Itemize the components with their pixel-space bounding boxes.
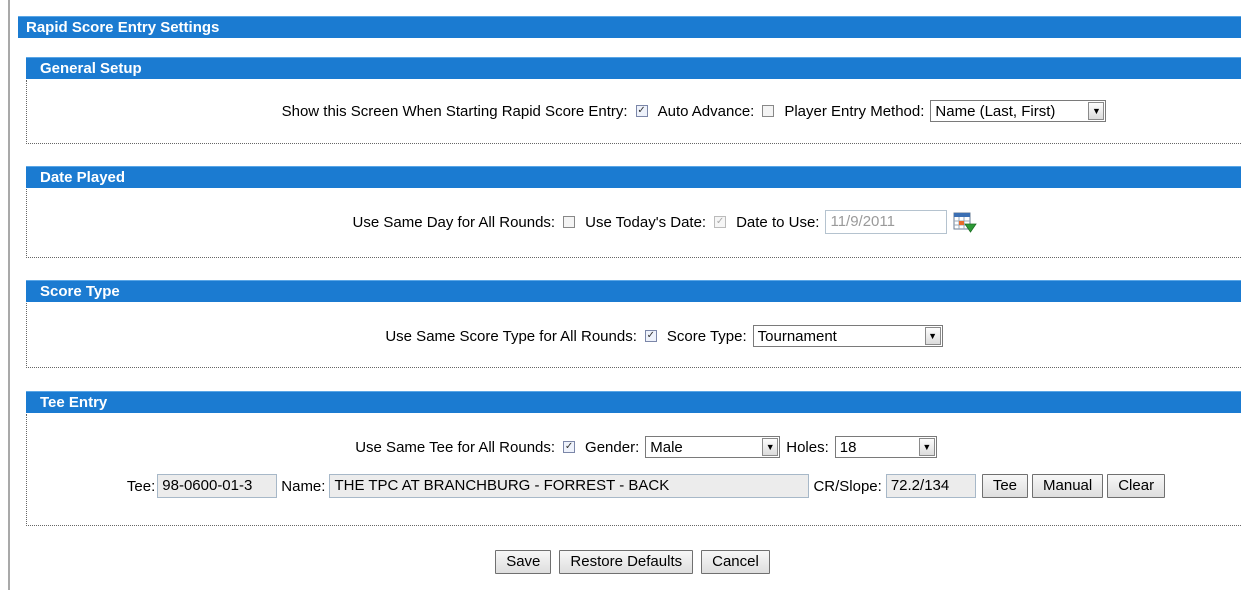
clear-button[interactable]: Clear — [1107, 474, 1166, 498]
score-type-select[interactable]: Tournament ▼ — [752, 325, 943, 347]
date-played-header: Date Played — [26, 166, 1241, 188]
manual-button[interactable]: Manual — [1032, 474, 1104, 498]
same-tee-label: Use Same Tee for All Rounds: — [355, 438, 556, 456]
chevron-down-icon[interactable]: ▼ — [918, 438, 935, 456]
general-setup-body: Show this Screen When Starting Rapid Sco… — [26, 80, 1241, 144]
score-type-row: Use Same Score Type for All Rounds: ✓ Sc… — [27, 325, 1241, 347]
gender-select[interactable]: Male ▼ — [645, 436, 781, 458]
same-day-label: Use Same Day for All Rounds: — [352, 213, 556, 231]
todays-date-checkbox[interactable]: ✓ — [714, 216, 727, 228]
player-entry-method-value: Name (Last, First) — [935, 102, 1056, 120]
tee-options-row: Use Same Tee for All Rounds: ✓ Gender: M… — [27, 436, 1241, 458]
tee-button[interactable]: Tee — [981, 474, 1029, 498]
general-setup-row: Show this Screen When Starting Rapid Sco… — [27, 100, 1241, 122]
cr-slope-label: CR/Slope: — [813, 477, 882, 495]
tee-entry-body: Use Same Tee for All Rounds: ✓ Gender: M… — [26, 414, 1241, 526]
calendar-icon[interactable] — [953, 212, 978, 233]
cr-slope-input[interactable]: 72.2/134 — [885, 474, 976, 498]
show-screen-label: Show this Screen When Starting Rapid Sco… — [281, 102, 628, 120]
score-type-value: Tournament — [757, 327, 837, 345]
score-type-body: Use Same Score Type for All Rounds: ✓ Sc… — [26, 303, 1241, 368]
cancel-button[interactable]: Cancel — [701, 550, 770, 574]
todays-date-label: Use Today's Date: — [585, 213, 707, 231]
player-entry-method-label: Player Entry Method: — [784, 102, 925, 120]
same-tee-checkbox[interactable]: ✓ — [563, 441, 576, 453]
tee-label: Tee: — [126, 477, 156, 495]
course-name-input[interactable]: THE TPC AT BRANCHBURG - FORREST - BACK — [329, 474, 810, 498]
footer-buttons: Save Restore Defaults Cancel — [0, 550, 1241, 574]
course-name-label: Name: — [281, 477, 326, 495]
tee-entry-header: Tee Entry — [26, 391, 1241, 413]
score-type-header: Score Type — [26, 280, 1241, 302]
page-edge — [8, 0, 10, 590]
chevron-down-icon[interactable]: ▼ — [762, 438, 779, 456]
holes-value: 18 — [839, 438, 857, 456]
chevron-down-icon[interactable]: ▼ — [924, 327, 941, 345]
same-day-checkbox[interactable] — [563, 216, 576, 228]
same-score-type-label: Use Same Score Type for All Rounds: — [385, 327, 637, 345]
date-played-row: Use Same Day for All Rounds: Use Today's… — [27, 210, 1241, 234]
date-played-body: Use Same Day for All Rounds: Use Today's… — [26, 189, 1241, 258]
date-to-use-label: Date to Use: — [736, 213, 820, 231]
gender-label: Gender: — [585, 438, 640, 456]
player-entry-method-select[interactable]: Name (Last, First) ▼ — [930, 100, 1107, 122]
same-score-type-checkbox[interactable]: ✓ — [644, 330, 657, 342]
gender-value: Male — [650, 438, 683, 456]
date-to-use-input[interactable]: 11/9/2011 — [825, 210, 948, 234]
holes-label: Holes: — [786, 438, 829, 456]
show-screen-checkbox[interactable]: ✓ — [635, 105, 648, 117]
tee-details-row: Tee: 98-0600-01-3 Name: THE TPC AT BRANC… — [27, 474, 1241, 498]
score-type-label: Score Type: — [666, 327, 747, 345]
auto-advance-checkbox[interactable] — [762, 105, 775, 117]
restore-defaults-button[interactable]: Restore Defaults — [559, 550, 694, 574]
chevron-down-icon[interactable]: ▼ — [1088, 102, 1105, 120]
save-button[interactable]: Save — [495, 550, 552, 574]
general-setup-header: General Setup — [26, 57, 1241, 79]
page-title: Rapid Score Entry Settings — [18, 16, 1241, 38]
tee-id-input[interactable]: 98-0600-01-3 — [157, 474, 278, 498]
auto-advance-label: Auto Advance: — [657, 102, 755, 120]
holes-select[interactable]: 18 ▼ — [834, 436, 937, 458]
